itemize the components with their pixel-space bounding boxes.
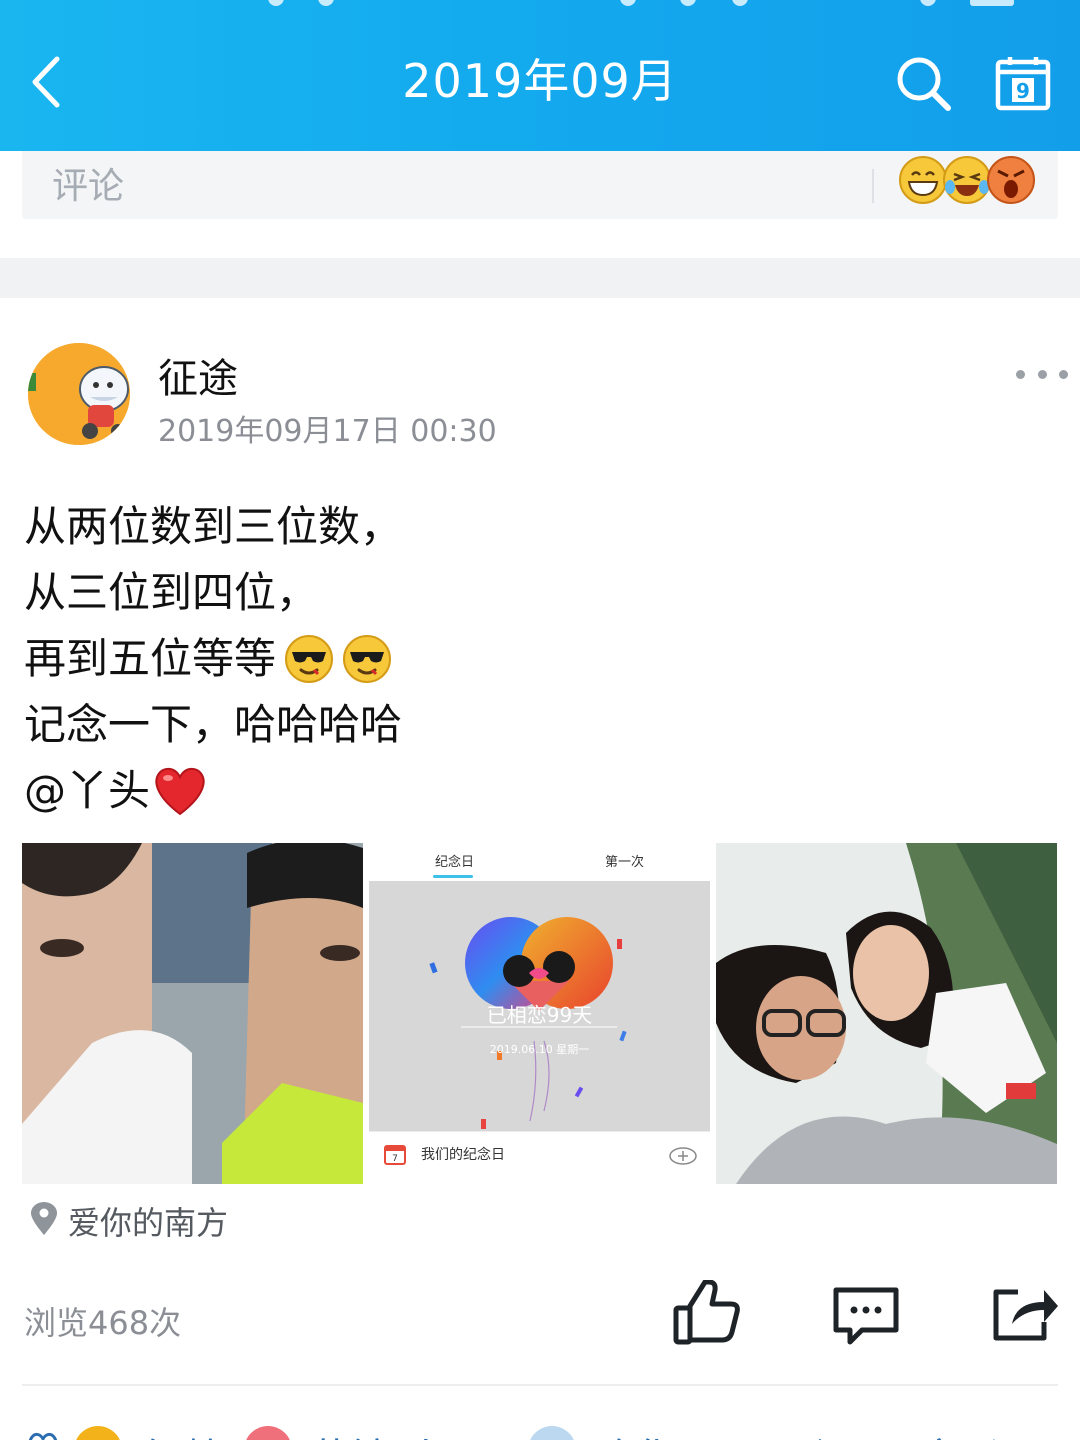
text-line: 再到五位等等 bbox=[24, 634, 277, 683]
liker-name[interactable]: 红鹤 bbox=[142, 1426, 222, 1440]
like-heart-icon bbox=[28, 1432, 58, 1440]
share-icon bbox=[993, 1289, 1058, 1341]
mention-link[interactable]: @丫头 bbox=[24, 758, 150, 824]
top-navigation-bar: 2019年09月 9 bbox=[0, 0, 1080, 151]
comment-input-bar[interactable]: 评论 bbox=[22, 151, 1058, 219]
tab-first-time: 第一次 bbox=[605, 855, 645, 870]
author-avatar[interactable] bbox=[28, 343, 130, 445]
more-options-button[interactable] bbox=[1016, 360, 1068, 388]
anniversary-date: 2019.06.10 星期一 bbox=[489, 1043, 590, 1056]
avatar-image bbox=[28, 343, 130, 445]
liker-avatar[interactable] bbox=[528, 1426, 576, 1440]
anniversary-days: 已相恋99天 bbox=[486, 1003, 593, 1027]
view-count: 浏览468次 bbox=[24, 1304, 182, 1342]
dot bbox=[1016, 369, 1025, 379]
anniversary-card: 已相恋99天 2019.06.10 星期一 bbox=[369, 881, 710, 1131]
cool-sunglasses-emoji-icon bbox=[285, 635, 334, 683]
post-separator bbox=[0, 258, 1080, 298]
post-photo-1[interactable] bbox=[22, 843, 363, 1184]
status-bar bbox=[0, 0, 1080, 8]
calendar-day-number: 9 bbox=[1016, 79, 1030, 103]
add-icon bbox=[669, 1147, 697, 1165]
status-icon bbox=[268, 0, 284, 6]
comment-placeholder[interactable]: 评论 bbox=[52, 157, 124, 209]
liker-name[interactable]: 藤镜(小)… bbox=[310, 1426, 501, 1440]
qzone-post-page: 2019年09月 9 评论 征途 2019年09月17日 00:30 从两位数到… bbox=[0, 0, 1080, 1440]
author-name[interactable]: 征途 bbox=[158, 346, 238, 404]
text-line: 记念一下，哈哈哈哈 bbox=[24, 700, 403, 749]
anniversary-footer-label: 我们的纪念日 bbox=[421, 1147, 505, 1163]
text-line: 从两位数到三位数， bbox=[24, 502, 403, 551]
post-text-line: 再到五位等等 bbox=[24, 626, 402, 692]
selfie-photo bbox=[22, 843, 363, 1184]
anniversary-footer: 7 我们的纪念日 bbox=[369, 1131, 710, 1175]
battery-icon bbox=[970, 0, 1014, 6]
post-text-line: @丫头 bbox=[24, 758, 402, 824]
grin-emoji-icon[interactable] bbox=[898, 155, 948, 205]
liker-name[interactable]: 路华里 bbox=[594, 1426, 714, 1440]
liker-avatar[interactable] bbox=[244, 1426, 292, 1440]
post-text-line: 从三位到四位， bbox=[24, 560, 402, 626]
likes-row: 红鹤 藤镜(小)… 路华里 罗丽江 石文影 bbox=[0, 1412, 1080, 1440]
divider bbox=[872, 169, 874, 203]
calendar-icon: 9 bbox=[995, 57, 1051, 111]
post-text-line: 记念一下，哈哈哈哈 bbox=[24, 692, 402, 758]
calendar-button[interactable]: 9 bbox=[988, 48, 1058, 118]
liker-name[interactable]: 石文影 bbox=[880, 1426, 1000, 1440]
post-photo-2[interactable]: 纪念日 第一次 已相恋99天 2019.06.10 星期一 7 我们的纪念日 bbox=[369, 843, 710, 1184]
location-pin-icon bbox=[31, 1202, 57, 1235]
tab-anniversary: 纪念日 bbox=[435, 855, 475, 870]
like-button[interactable] bbox=[670, 1279, 742, 1348]
status-icon bbox=[732, 0, 748, 6]
comment-button[interactable] bbox=[830, 1284, 902, 1348]
couple-photo bbox=[716, 843, 1057, 1184]
svg-text:7: 7 bbox=[392, 1154, 398, 1164]
anniversary-app-tabs: 纪念日 第一次 bbox=[369, 843, 710, 881]
thumbs-up-icon bbox=[673, 1279, 740, 1345]
text-line: 从三位到四位， bbox=[24, 568, 319, 617]
share-button[interactable] bbox=[988, 1282, 1060, 1346]
post-text: 从两位数到三位数， 从三位到四位， 再到五位等等 记念一下，哈哈哈哈 @丫头 bbox=[24, 494, 402, 824]
quick-emoji-group[interactable] bbox=[898, 155, 1038, 207]
red-heart-emoji-icon bbox=[155, 767, 205, 816]
tab-underline bbox=[433, 875, 473, 878]
liker-name[interactable]: 罗丽江 bbox=[734, 1426, 854, 1440]
post-photo-3[interactable] bbox=[716, 843, 1057, 1184]
calendar-icon: 7 bbox=[384, 1145, 406, 1165]
location-label[interactable]: 爱你的南方 bbox=[68, 1198, 228, 1244]
status-icon bbox=[620, 0, 636, 6]
dot bbox=[1059, 369, 1068, 379]
angry-emoji-icon[interactable] bbox=[986, 155, 1036, 205]
post-timestamp: 2019年09月17日 00:30 bbox=[158, 414, 497, 449]
status-icon bbox=[318, 0, 334, 6]
liker-avatar[interactable] bbox=[74, 1426, 122, 1440]
cool-sunglasses-emoji-icon bbox=[343, 635, 392, 683]
comment-icon bbox=[833, 1287, 899, 1345]
dot bbox=[1037, 369, 1047, 379]
status-icon bbox=[680, 0, 696, 6]
laugh-cry-emoji-icon[interactable] bbox=[942, 155, 992, 205]
post-text-line: 从两位数到三位数， bbox=[24, 494, 402, 560]
divider bbox=[22, 1384, 1058, 1386]
status-icon bbox=[920, 0, 936, 6]
search-button[interactable] bbox=[888, 48, 958, 118]
search-icon bbox=[897, 57, 951, 111]
